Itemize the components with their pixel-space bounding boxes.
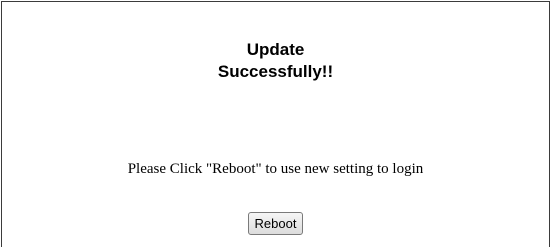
title-line-1: Update (246, 40, 305, 59)
page-title: Update Successfully!! (2, 39, 549, 83)
button-row: Reboot (2, 212, 549, 235)
reboot-button[interactable]: Reboot (247, 212, 304, 235)
update-result-panel: Update Successfully!! Please Click "Rebo… (1, 1, 550, 247)
title-line-2: Successfully!! (217, 62, 334, 81)
instruction-message: Please Click "Reboot" to use new setting… (127, 161, 424, 177)
